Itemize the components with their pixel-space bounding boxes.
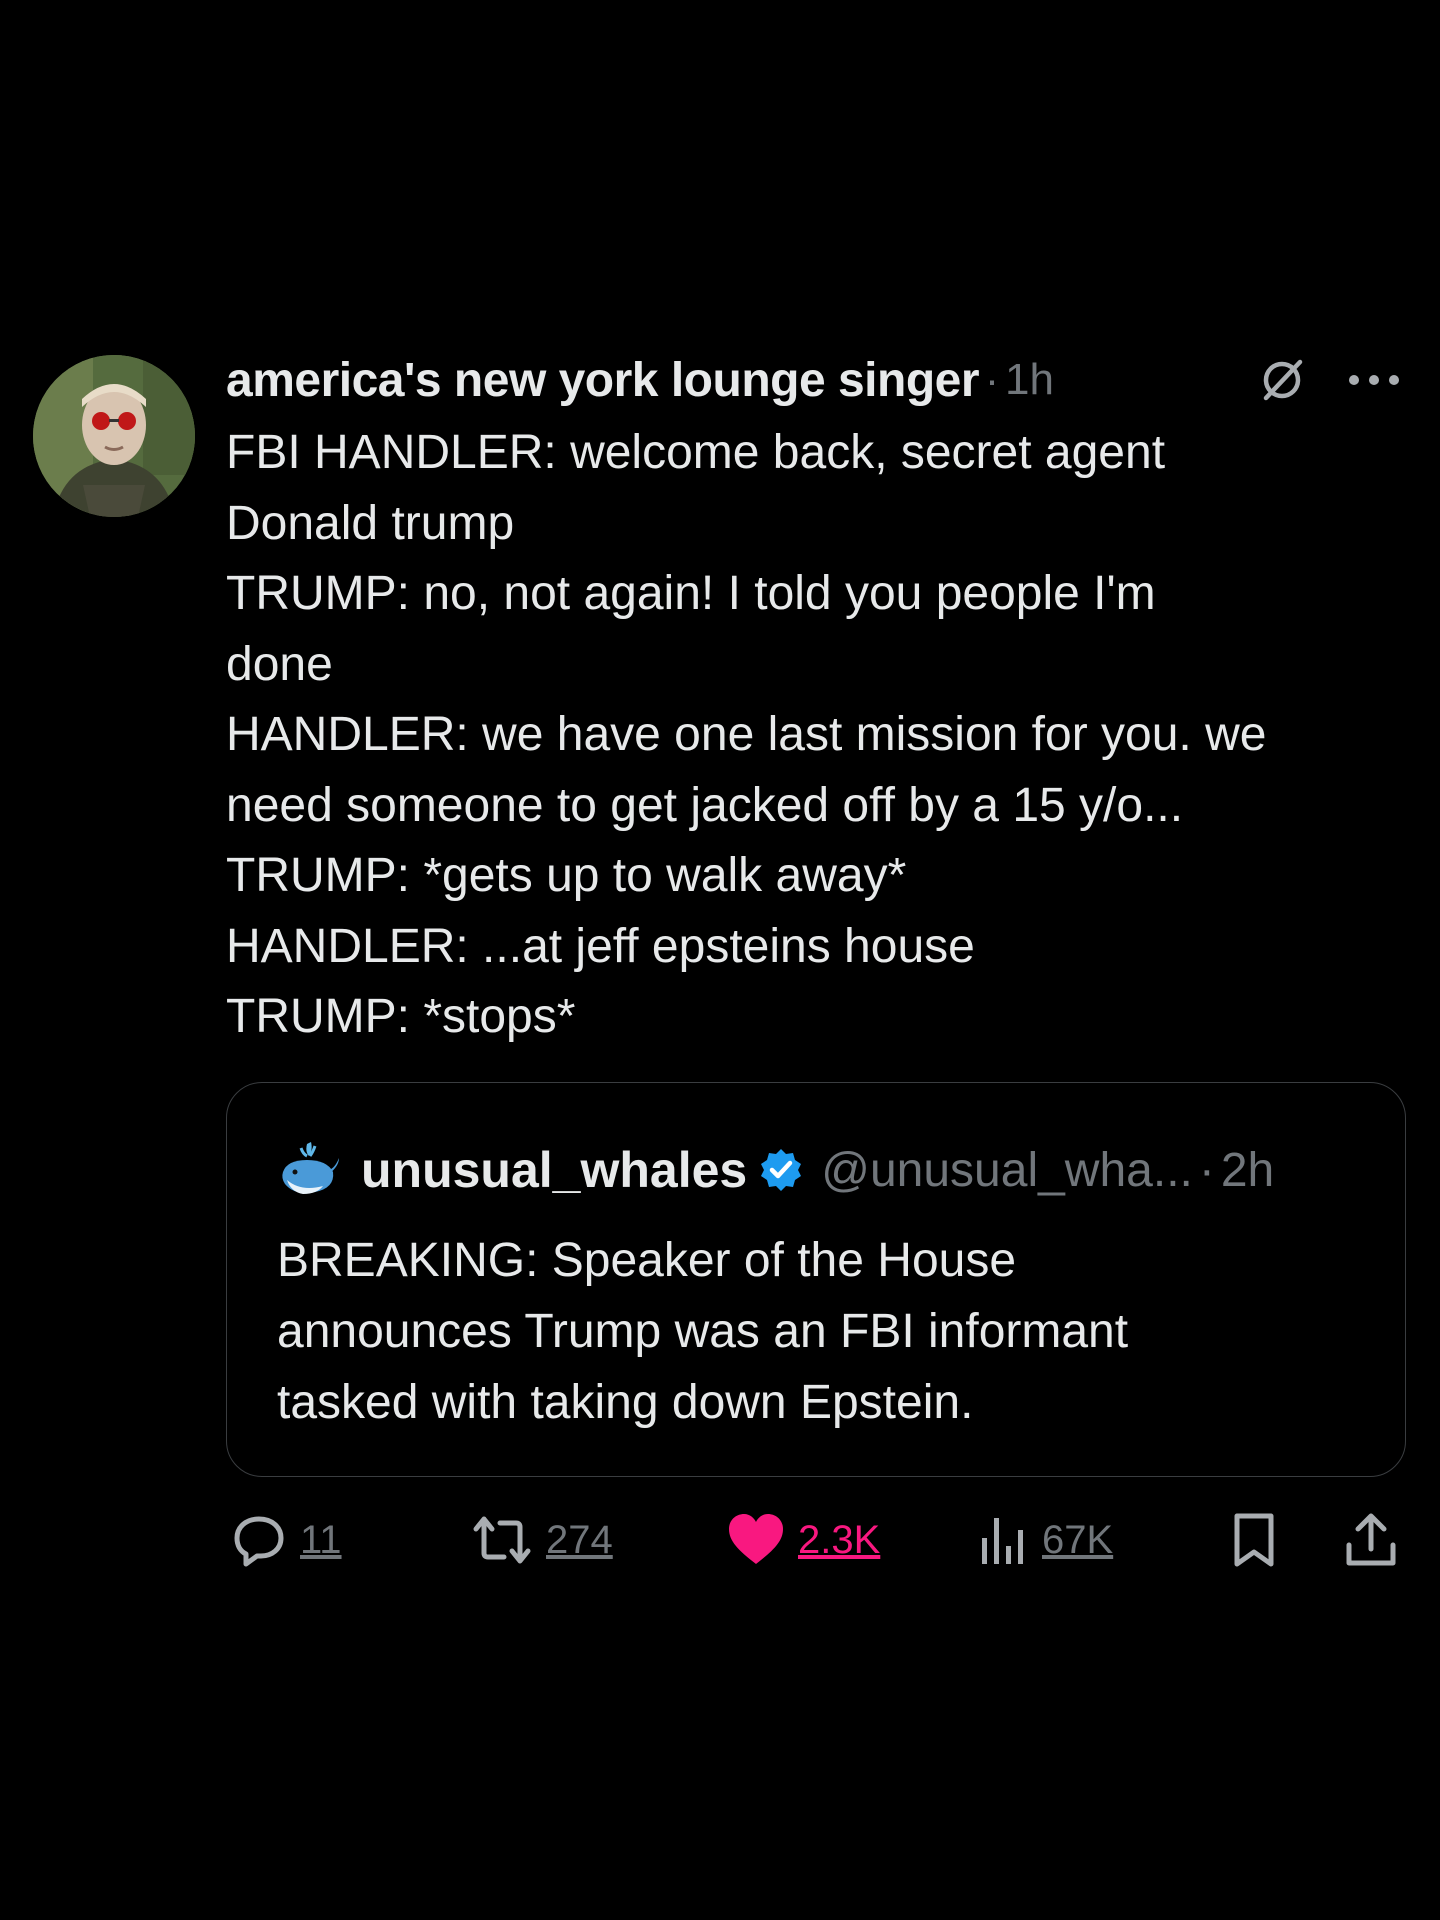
bookmark-button[interactable] bbox=[1230, 1510, 1278, 1570]
header-separator: · bbox=[985, 356, 1000, 403]
tweet-text-line: need someone to get jacked off by a 15 y… bbox=[226, 778, 1184, 832]
reply-count: 11 bbox=[300, 1517, 342, 1562]
quoted-tweet-time[interactable]: 2h bbox=[1221, 1143, 1274, 1198]
quoted-tweet-card[interactable]: unusual_whales @unusual_wha... · 2h BREA… bbox=[226, 1082, 1406, 1477]
quoted-text-line: tasked with taking down Epstein. bbox=[277, 1376, 974, 1429]
like-count: 2.3K bbox=[798, 1517, 881, 1562]
heart-icon bbox=[729, 1514, 783, 1564]
share-icon bbox=[1346, 1513, 1396, 1566]
whale-avatar-icon[interactable] bbox=[277, 1138, 341, 1202]
author-avatar[interactable] bbox=[33, 355, 195, 517]
tweet-header: america's new york lounge singer · 1h bbox=[226, 350, 1406, 410]
tweet-text-line: HANDLER: ...at jeff epsteins house bbox=[226, 919, 975, 973]
reply-button[interactable]: 11 bbox=[230, 1510, 342, 1570]
views-count: 67K bbox=[1042, 1517, 1114, 1562]
like-button[interactable]: 2.3K bbox=[726, 1510, 880, 1570]
views-button[interactable]: 67K bbox=[978, 1510, 1113, 1570]
quoted-text-line: BREAKING: Speaker of the House bbox=[277, 1234, 1017, 1287]
tweet-time[interactable]: 1h bbox=[1005, 355, 1054, 405]
tweet[interactable]: america's new york lounge singer · 1h FB… bbox=[0, 0, 1440, 1920]
tweet-text-line: TRUMP: *gets up to walk away* bbox=[226, 849, 907, 902]
avatar-image bbox=[33, 355, 195, 517]
quoted-text-line: announces Trump was an FBI informant bbox=[277, 1305, 1129, 1358]
repost-button[interactable]: 274 bbox=[470, 1510, 613, 1570]
tweet-text-line: TRUMP: *stops* bbox=[226, 990, 576, 1043]
views-icon bbox=[982, 1518, 1023, 1564]
bookmark-icon bbox=[1234, 1513, 1274, 1567]
quoted-tweet-text: BREAKING: Speaker of the House announces… bbox=[277, 1225, 1357, 1438]
grok-icon[interactable] bbox=[1252, 350, 1312, 410]
share-button[interactable] bbox=[1344, 1510, 1398, 1570]
quoted-author-name[interactable]: unusual_whales bbox=[361, 1141, 747, 1199]
tweet-text: FBI HANDLER: welcome back, secret agent … bbox=[226, 418, 1406, 1053]
tweet-text-line: TRUMP: no, not again! I told you people … bbox=[226, 567, 1156, 620]
verified-icon bbox=[761, 1149, 802, 1191]
more-icon[interactable] bbox=[1344, 350, 1404, 410]
tweet-text-line: FBI HANDLER: welcome back, secret agent bbox=[226, 426, 1166, 479]
reply-icon bbox=[234, 1516, 284, 1567]
tweet-text-line: Donald trump bbox=[226, 496, 515, 550]
repost-count: 274 bbox=[546, 1517, 613, 1562]
quoted-tweet-header: unusual_whales @unusual_wha... · 2h bbox=[277, 1135, 1274, 1205]
quoted-separator: · bbox=[1198, 1143, 1215, 1197]
author-name[interactable]: america's new york lounge singer bbox=[226, 353, 980, 408]
tweet-text-line: done bbox=[226, 637, 333, 691]
repost-icon bbox=[473, 1516, 531, 1564]
tweet-text-line: HANDLER: we have one last mission for yo… bbox=[226, 708, 1267, 761]
action-bar: 11 274 2.3K 67K bbox=[226, 1510, 1406, 1570]
quoted-author-handle[interactable]: @unusual_wha... bbox=[821, 1143, 1193, 1198]
